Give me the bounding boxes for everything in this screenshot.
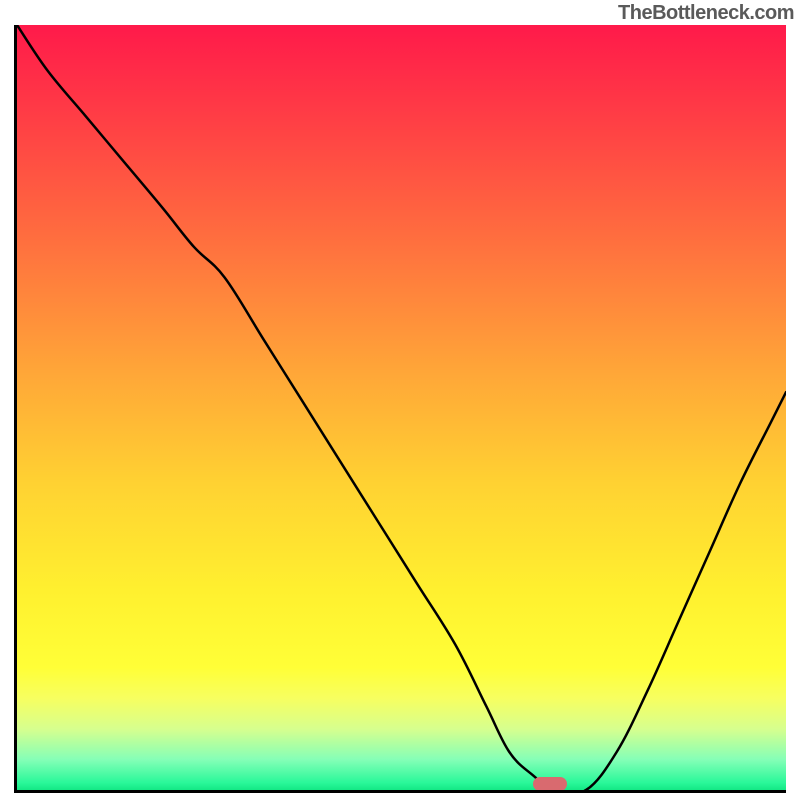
watermark-text: TheBottleneck.com	[618, 2, 794, 25]
bottleneck-curve	[17, 25, 786, 790]
chart-container: TheBottleneck.com	[0, 0, 800, 800]
optimal-marker-pill	[533, 777, 567, 791]
plot-area	[14, 25, 786, 793]
